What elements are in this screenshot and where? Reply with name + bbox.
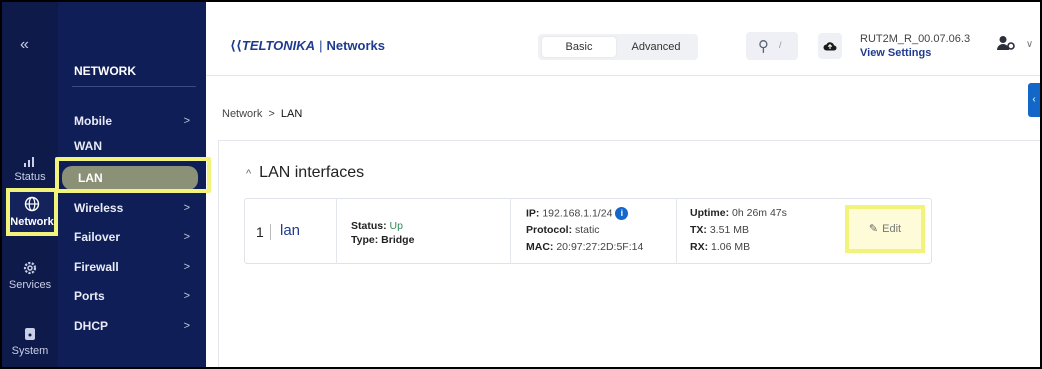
rx-field: RX: 1.06 MB	[690, 241, 750, 253]
top-header: ⟨⟨TELTONIKA | Networks Basic Advanced ⚲ / …	[206, 2, 1040, 76]
lan-highlight-box	[55, 157, 211, 193]
breadcrumb-root[interactable]: Network	[222, 108, 262, 120]
breadcrumb: Network > LAN	[222, 108, 302, 120]
nav-item-label: Ports	[74, 289, 105, 303]
rail-item-system[interactable]: System	[2, 326, 58, 357]
protocol-label: Protocol:	[526, 224, 573, 236]
nav-item-failover[interactable]: Failover >	[58, 225, 206, 249]
mac-field: MAC: 20:97:27:2D:5F:14	[526, 241, 643, 253]
tx-label: TX:	[690, 224, 707, 236]
status-value: Up	[389, 220, 403, 232]
protocol-value: static	[575, 224, 600, 236]
uptime-field: Uptime: 0h 26m 47s	[690, 207, 787, 219]
logo-separator: |	[319, 38, 323, 53]
teltonika-logo[interactable]: ⟨⟨TELTONIKA | Networks	[230, 38, 385, 54]
nav-item-label: DHCP	[74, 319, 109, 333]
interface-index: 1	[256, 224, 264, 240]
chevron-right-icon: >	[183, 290, 190, 302]
edit-button[interactable]: ✎ Edit	[849, 209, 921, 249]
nav-item-wan[interactable]: WAN	[58, 134, 206, 158]
mac-label: MAC:	[526, 241, 554, 253]
mode-toggle: Basic Advanced	[538, 34, 698, 60]
collapse-sidebar-icon[interactable]: «	[20, 36, 29, 54]
nav-item-mobile[interactable]: Mobile >	[58, 109, 206, 133]
user-menu[interactable]: ∨	[996, 34, 1033, 51]
uptime-value: 0h 26m 47s	[732, 207, 787, 219]
signal-icon	[24, 157, 34, 167]
ip-label: IP:	[526, 207, 540, 220]
rail-item-label: System	[11, 345, 49, 357]
breadcrumb-separator: >	[268, 108, 275, 120]
mode-advanced-button[interactable]: Advanced	[618, 37, 694, 57]
divider	[676, 198, 677, 264]
nav-title: NETWORK	[74, 64, 136, 78]
rail-item-status[interactable]: Status	[2, 152, 58, 183]
logo-sub: Networks	[326, 38, 385, 53]
divider	[72, 86, 196, 87]
pencil-icon: ✎	[868, 223, 879, 235]
info-icon[interactable]: i	[615, 207, 629, 220]
ip-value: 192.168.1.1/24	[542, 207, 613, 220]
system-icon	[25, 328, 35, 340]
section-header[interactable]: ^ LAN interfaces	[246, 164, 364, 182]
search-button[interactable]: ⚲ /	[746, 32, 798, 60]
rail-item-label: Network	[10, 216, 54, 228]
collapse-caret-icon: ^	[246, 168, 252, 180]
view-settings-link[interactable]: View Settings	[860, 47, 931, 59]
interface-name: lan	[280, 222, 301, 239]
nav-item-label: WAN	[74, 139, 102, 153]
chevron-right-icon: >	[183, 261, 190, 273]
uptime-label: Uptime:	[690, 207, 730, 219]
chevron-left-icon: ‹	[1032, 94, 1036, 105]
chevron-right-icon: >	[183, 320, 190, 332]
chevron-right-icon: >	[183, 115, 190, 127]
search-shortcut: /	[779, 40, 782, 50]
logo-mark-icon: ⟨⟨	[230, 38, 242, 53]
chevron-right-icon: >	[183, 202, 190, 214]
logo-brand: TELTONIKA	[241, 38, 316, 53]
icon-rail: « Status Services System	[2, 2, 58, 367]
type-label: Type:	[351, 234, 379, 246]
tx-value: 3.51 MB	[709, 224, 749, 236]
protocol-field: Protocol: static	[526, 224, 600, 236]
search-icon: ⚲	[758, 38, 769, 55]
side-panel-tab[interactable]: ‹	[1028, 83, 1040, 117]
user-settings-icon	[997, 36, 1015, 51]
divider	[510, 198, 511, 264]
nav-item-wireless[interactable]: Wireless >	[58, 196, 206, 220]
rail-item-label: Services	[8, 279, 52, 291]
cloud-upload-icon	[823, 42, 837, 51]
nav-item-label: Firewall	[74, 260, 119, 274]
firmware-version: RUT2M_R_00.07.06.3	[860, 33, 971, 45]
status-field: Status: Up	[351, 220, 403, 232]
rx-label: RX:	[690, 241, 709, 253]
rail-item-services[interactable]: Services	[2, 260, 58, 291]
mode-basic-button[interactable]: Basic	[542, 37, 616, 57]
nav-item-label: Mobile	[74, 114, 112, 128]
mac-value: 20:97:27:2D:5F:14	[556, 241, 644, 253]
divider	[270, 224, 271, 240]
tx-field: TX: 3.51 MB	[690, 224, 749, 236]
nav-item-label: Failover	[74, 230, 121, 244]
breadcrumb-current: LAN	[280, 108, 303, 120]
nav-item-ports[interactable]: Ports >	[58, 284, 206, 308]
rail-item-label: Status	[14, 171, 46, 183]
nav-item-firewall[interactable]: Firewall >	[58, 255, 206, 279]
status-label: Status:	[351, 220, 387, 232]
section-title: LAN interfaces	[259, 164, 365, 181]
nav-item-label: Wireless	[74, 201, 124, 215]
rail-item-network[interactable]: Network	[6, 188, 58, 236]
globe-icon	[24, 196, 40, 212]
gear-icon	[23, 261, 37, 275]
divider	[336, 198, 337, 264]
rx-value: 1.06 MB	[711, 241, 751, 253]
edit-label: Edit	[882, 223, 902, 235]
type-field: Type: Bridge	[351, 234, 414, 246]
ip-field: IP: 192.168.1.1/24 i	[526, 207, 629, 220]
nav-item-dhcp[interactable]: DHCP >	[58, 314, 206, 338]
type-value: Bridge	[381, 234, 415, 246]
chevron-right-icon: >	[183, 231, 190, 243]
chevron-down-icon: ∨	[1025, 39, 1034, 50]
cloud-upload-button[interactable]	[818, 33, 842, 59]
